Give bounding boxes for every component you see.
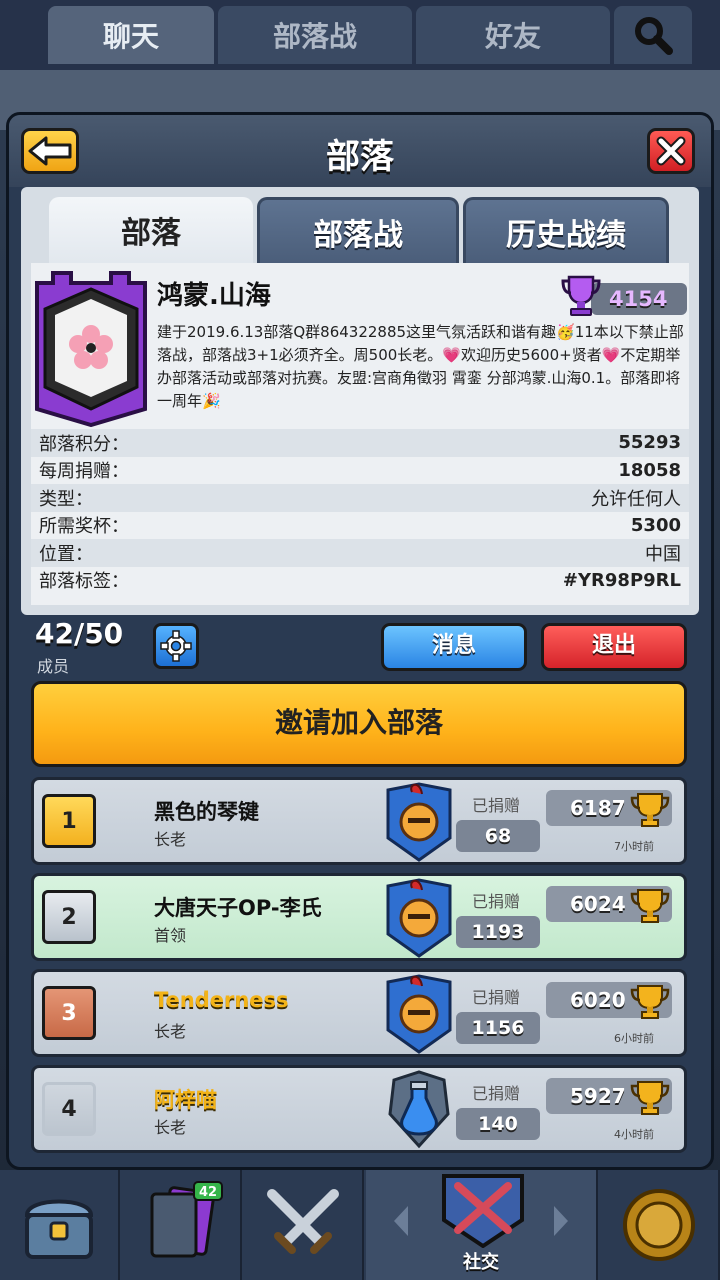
last-seen: 4小时前 [614,1128,654,1141]
tab-clan[interactable]: 部落 [49,197,253,263]
last-seen: 6小时前 [614,1032,654,1045]
donated-value: 1156 [456,1012,540,1044]
search-icon [635,17,673,55]
clan-badge [35,271,147,427]
nav-social-label: 社交 [463,1252,499,1273]
members-bar: 42/50 成员 消息 退出 [9,617,711,679]
quit-button[interactable]: 退出 [541,623,687,671]
stat-label: 位置： [39,543,93,565]
chest-icon [24,1199,94,1259]
trophy-icon [630,985,670,1019]
tab-clan-war-modal[interactable]: 部落战 [257,197,459,263]
gear-icon [160,630,192,662]
clan-description: 建于2019.6.13部落Q群864322885这里气氛活跃和谐有趣🥳11本以下… [157,323,684,410]
stat-row: 所需奖杯： 5300 [31,512,689,540]
settings-button[interactable] [153,623,199,669]
arena-potion-icon [388,1070,450,1149]
member-row[interactable]: 4 阿梓喵 长老 已捐赠 140 5927 4小时前 [31,1065,687,1153]
clan-shield-icon [442,1174,524,1248]
stat-row: 位置： 中国 [31,539,689,567]
member-label: 成员 [37,657,70,676]
player-role: 长老 [154,1022,187,1041]
member-row[interactable]: 3 Tenderness 长老 已捐赠 1156 6020 6小时前 [31,969,687,1057]
player-name: 黑色的琴键 [154,800,259,824]
trophy-icon [630,889,670,923]
clan-trophy-value: 4154 [591,283,687,315]
cards-icon: 42 [150,1181,223,1258]
stat-row: 类型： 允许任何人 [31,484,689,512]
arena-knight-icon [386,782,452,862]
player-name: Tenderness [154,988,289,1012]
app-root: 聊天 部落战 好友 部落 部落 部落战 历史战绩 鸿蒙.山海 4154 建于20… [0,0,720,1280]
donated-value: 68 [456,820,540,852]
clan-stats: 部落积分： 55293 每周捐赠： 18058 类型： 允许任何人 所需奖杯： 5300… [31,429,689,594]
stat-row: 部落标签： #YR98P9RL [31,567,689,595]
clan-name: 鸿蒙.山海 [157,281,271,311]
stat-label: 部落标签： [39,571,129,593]
clan-trophies: 4154 [561,273,687,316]
clan-info: 鸿蒙.山海 4154 建于2019.6.13部落Q群864322885这里气氛活… [31,263,689,605]
nav-social[interactable]: 社交 [366,1170,598,1280]
stat-value: 55293 [618,432,681,454]
nav-events[interactable] [600,1170,720,1280]
top-tab-bar: 聊天 部落战 好友 [0,0,720,70]
stat-row: 每周捐赠： 18058 [31,457,689,485]
stat-label: 类型： [39,488,93,510]
tab-clan-war[interactable]: 部落战 [218,6,412,64]
nav-shop[interactable] [0,1170,120,1280]
player-name: 阿梓喵 [154,1088,217,1112]
stat-label: 部落积分： [39,433,129,455]
nav-cards[interactable]: 42 [122,1170,242,1280]
chevron-right-icon [554,1206,568,1236]
crossed-swords-icon [267,1189,339,1254]
tab-friends[interactable]: 好友 [416,6,610,64]
stat-value: 允许任何人 [591,488,681,510]
message-button[interactable]: 消息 [381,623,527,671]
member-count: 42/50 [35,617,124,650]
member-row[interactable]: 2 大唐天子OP-李氏 首领 已捐赠 1193 6024 [31,873,687,961]
tab-chat[interactable]: 聊天 [48,6,214,64]
chevron-left-icon [394,1206,408,1236]
invite-button[interactable]: 邀请加入部落 [31,681,687,767]
cards-badge: 42 [199,1185,217,1200]
rank-badge: 3 [42,986,96,1040]
stat-value: 18058 [618,459,681,481]
donated-label: 已捐赠 [472,796,521,815]
close-icon [656,136,686,166]
trophy-icon [630,793,670,827]
stat-value: #YR98P9RL [562,569,681,591]
trophy-icon [630,1081,670,1115]
stat-label: 所需奖杯： [39,516,129,538]
player-role: 长老 [154,1118,187,1137]
stat-label: 每周捐赠： [39,461,129,483]
player-name: 大唐天子OP-李氏 [154,896,322,920]
player-role: 首领 [154,926,187,945]
donated-value: 1193 [456,916,540,948]
donated-label: 已捐赠 [472,892,521,911]
clan-modal: 部落 部落 部落战 历史战绩 鸿蒙.山海 4154 建于2019.6.13部落Q… [6,112,714,1170]
stat-value: 中国 [645,543,681,565]
arena-knight-icon [386,974,452,1054]
nav-battle[interactable] [244,1170,364,1280]
laurel-coin-icon [623,1189,695,1261]
stat-value: 5300 [630,514,681,536]
stat-row: 部落积分： 55293 [31,429,689,457]
trophy-icon [561,275,601,316]
donated-label: 已捐赠 [472,1084,521,1103]
last-seen: 7小时前 [614,840,654,853]
donated-label: 已捐赠 [472,988,521,1007]
rank-badge: 2 [42,890,96,944]
search-button[interactable] [614,6,692,64]
close-button[interactable] [647,128,695,174]
donated-value: 140 [456,1108,540,1140]
rank-badge: 4 [42,1082,96,1136]
rank-badge: 1 [42,794,96,848]
arena-knight-icon [386,878,452,958]
tab-war-history[interactable]: 历史战绩 [463,197,669,263]
bottom-nav: 42 社交 [0,1170,720,1280]
player-role: 长老 [154,830,187,849]
modal-title: 部落 [326,137,394,177]
member-row[interactable]: 1 黑色的琴键 长老 已捐赠 68 6187 7小时前 [31,777,687,865]
